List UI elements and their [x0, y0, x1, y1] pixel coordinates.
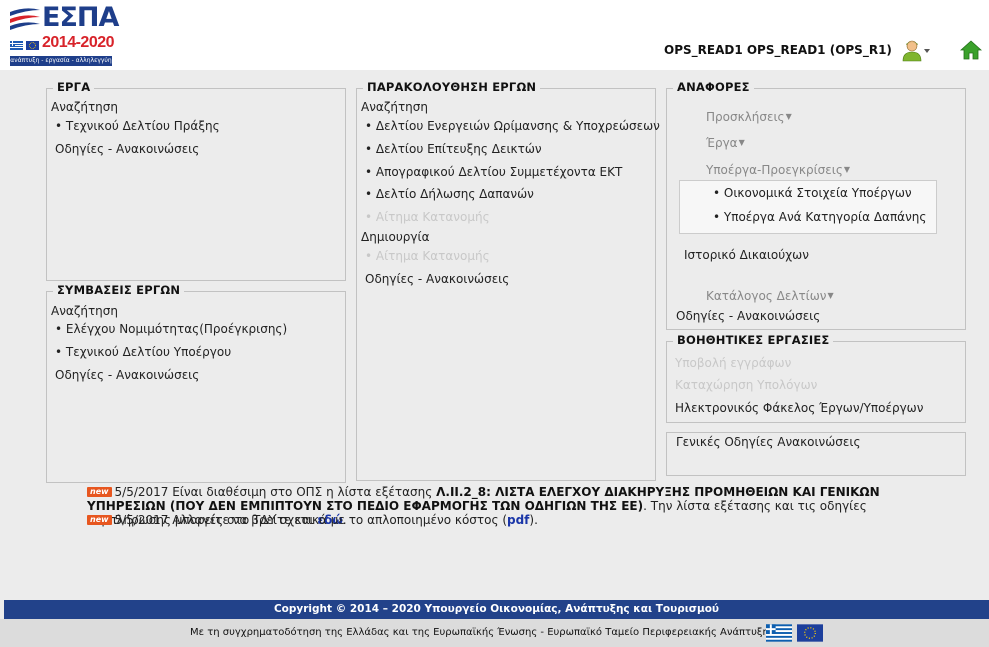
new-badge: new [87, 515, 112, 525]
ypoerga-submenu-by-category[interactable]: Υποέργα Ανά Κατηγορία Δαπάνης [713, 210, 927, 224]
parakolouthisi-item-indicators[interactable]: Δελτίου Επίτευξης Δεικτών [365, 142, 542, 156]
new-badge: new [87, 487, 112, 497]
parakolouthisi-search-label: Αναζήτηση [361, 100, 428, 114]
parakolouthisi-item-maturity[interactable]: Δελτίου Ενεργειών Ωρίμανσης & Υποχρεώσεω… [365, 119, 660, 133]
espa-logo[interactable]: ΕΣΠΑ 2014-2020 ανάπτυξη - εργασία - αλλη… [8, 2, 119, 66]
anafores-guidelines-link[interactable]: Οδηγίες - Ανακοινώσεις [676, 309, 820, 323]
panel-general: Γενικές Οδηγίες Ανακοινώσεις [666, 432, 966, 476]
parakolouthisi-guidelines-link[interactable]: Οδηγίες - Ανακοινώσεις [365, 272, 509, 286]
logo-years: 2014-2020 [42, 34, 115, 51]
anafores-menu-erga[interactable]: Έργα▼ [706, 136, 745, 150]
news-2-suffix: ). [529, 513, 538, 527]
news-2-pdf-link[interactable]: pdf [507, 513, 529, 527]
dropdown-arrow-icon: ▼ [843, 165, 851, 174]
panel-anafores: ΑΝΑΦΟΡΕΣ Προσκλήσεις▼ Έργα▼ Υποέργα-Προε… [666, 80, 966, 330]
dropdown-arrow-icon: ▼ [785, 112, 792, 121]
parakolouthisi-item-expenses[interactable]: Δελτίο Δήλωσης Δαπανών [365, 187, 534, 201]
parakolouthisi-create-allocation: Αίτημα Κατανομής [365, 249, 490, 263]
header: ΕΣΠΑ 2014-2020 ανάπτυξη - εργασία - αλλη… [0, 0, 989, 70]
anafores-menu-ypoerga-label: Υποέργα-Προεγκρίσεις [706, 163, 843, 177]
panel-title-parakolouthisi: ΠΑΡΑΚΟΛΟΥΘΗΣΗ ΕΡΓΩΝ [363, 80, 541, 94]
parakolouthisi-item-ekt[interactable]: Απογραφικού Δελτίου Συμμετέχοντα ΕΚΤ [365, 165, 622, 179]
panel-symvaseis: ΣΥΜΒΑΣΕΙΣ ΕΡΓΩΝ Αναζήτηση Ελέγχου Νομιμό… [46, 283, 346, 483]
erga-item-technical-sheet[interactable]: Τεχνικού Δελτίου Πράξης [55, 119, 220, 133]
ypoerga-submenu: Οικονομικά Στοιχεία Υποέργων Υποέργα Ανά… [679, 180, 937, 234]
logo-tagline: ανάπτυξη - εργασία - αλληλεγγύη [10, 56, 112, 66]
erga-search-label: Αναζήτηση [51, 100, 118, 114]
panel-title-voithitikes: ΒΟΗΘΗΤΙΚΕΣ ΕΡΓΑΣΙΕΣ [673, 333, 834, 347]
symvaseis-search-label: Αναζήτηση [51, 304, 118, 318]
voithitikes-item-upload: Υποβολή εγγράφων [675, 356, 792, 370]
anafores-history-link[interactable]: Ιστορικό Δικαιούχων [684, 248, 809, 262]
footer-copyright: Copyright © 2014 – 2020 Υπουργείο Οικονο… [4, 600, 989, 619]
symvaseis-item-legality[interactable]: Ελέγχου Νομιμότητας(Προέγκρισης) [55, 322, 287, 336]
dropdown-arrow-icon: ▼ [738, 138, 745, 147]
voithitikes-item-e-folder[interactable]: Ηλεκτρονικός Φάκελος Έργων/Υποέργων [675, 401, 923, 415]
voithitikes-item-accountants: Καταχώρηση Υπολόγων [675, 378, 818, 392]
anafores-menu-proskliseis[interactable]: Προσκλήσεις▼ [706, 110, 792, 124]
symvaseis-guidelines-link[interactable]: Οδηγίες - Ανακοινώσεις [55, 368, 199, 382]
user-menu-icon[interactable] [902, 40, 932, 62]
news-1-prefix: 5/5/2017 Είναι διαθέσιμη στο ΟΠΣ η λίστα… [114, 485, 433, 499]
user-label: OPS_READ1 OPS_READ1 (OPS_R1) [664, 43, 892, 57]
espa-swoosh-icon [10, 8, 40, 30]
ypoerga-submenu-financial[interactable]: Οικονομικά Στοιχεία Υποέργων [713, 186, 912, 200]
anafores-menu-erga-label: Έργα [706, 136, 738, 150]
panel-title-erga: ΕΡΓΑ [53, 80, 95, 94]
panel-erga: ΕΡΓΑ Αναζήτηση Τεχνικού Δελτίου Πράξης Ο… [46, 80, 346, 281]
logo-word: ΕΣΠΑ [42, 2, 119, 33]
mini-flags-icon [10, 41, 39, 50]
parakolouthisi-item-allocation: Αίτημα Κατανομής [365, 210, 490, 224]
panel-title-symvaseis: ΣΥΜΒΑΣΕΙΣ ΕΡΓΩΝ [53, 283, 185, 297]
greek-flag-icon [766, 624, 792, 642]
panel-title-anafores: ΑΝΑΦΟΡΕΣ [673, 80, 754, 94]
erga-guidelines-link[interactable]: Οδηγίες - Ανακοινώσεις [55, 142, 199, 156]
dropdown-arrow-icon: ▼ [827, 291, 834, 300]
anafores-menu-proskliseis-label: Προσκλήσεις [706, 110, 785, 124]
news-2-prefix: 5/5/2017 Αλλαγές στο ΤΔΥ σχετικά με το α… [114, 513, 507, 527]
panel-voithitikes: ΒΟΗΘΗΤΙΚΕΣ ΕΡΓΑΣΙΕΣ Υποβολή εγγράφων Κατ… [666, 333, 966, 423]
news-item-2: new 5/5/2017 Αλλαγές στο ΤΔΥ σχετικά με τ… [87, 513, 937, 527]
eu-flag-icon [797, 624, 823, 642]
anafores-menu-ypoerga[interactable]: Υποέργα-Προεγκρίσεις▼ [706, 163, 850, 177]
panel-parakolouthisi: ΠΑΡΑΚΟΛΟΥΘΗΣΗ ΕΡΓΩΝ Αναζήτηση Δελτίου Εν… [356, 80, 660, 481]
anafores-menu-catalog[interactable]: Κατάλογος Δελτίων▼ [706, 289, 834, 303]
parakolouthisi-create-label: Δημιουργία [361, 230, 430, 244]
footer-cofunding: Με τη συγχρηματοδότηση της Ελλάδας και τ… [0, 619, 989, 647]
anafores-menu-catalog-label: Κατάλογος Δελτίων [706, 289, 827, 303]
footer-cofunding-text: Με τη συγχρηματοδότηση της Ελλάδας και τ… [190, 627, 775, 638]
general-guidelines-link[interactable]: Γενικές Οδηγίες Ανακοινώσεις [676, 435, 861, 449]
home-icon[interactable] [960, 40, 982, 60]
symvaseis-item-subproject-sheet[interactable]: Τεχνικού Δελτίου Υποέργου [55, 345, 231, 359]
